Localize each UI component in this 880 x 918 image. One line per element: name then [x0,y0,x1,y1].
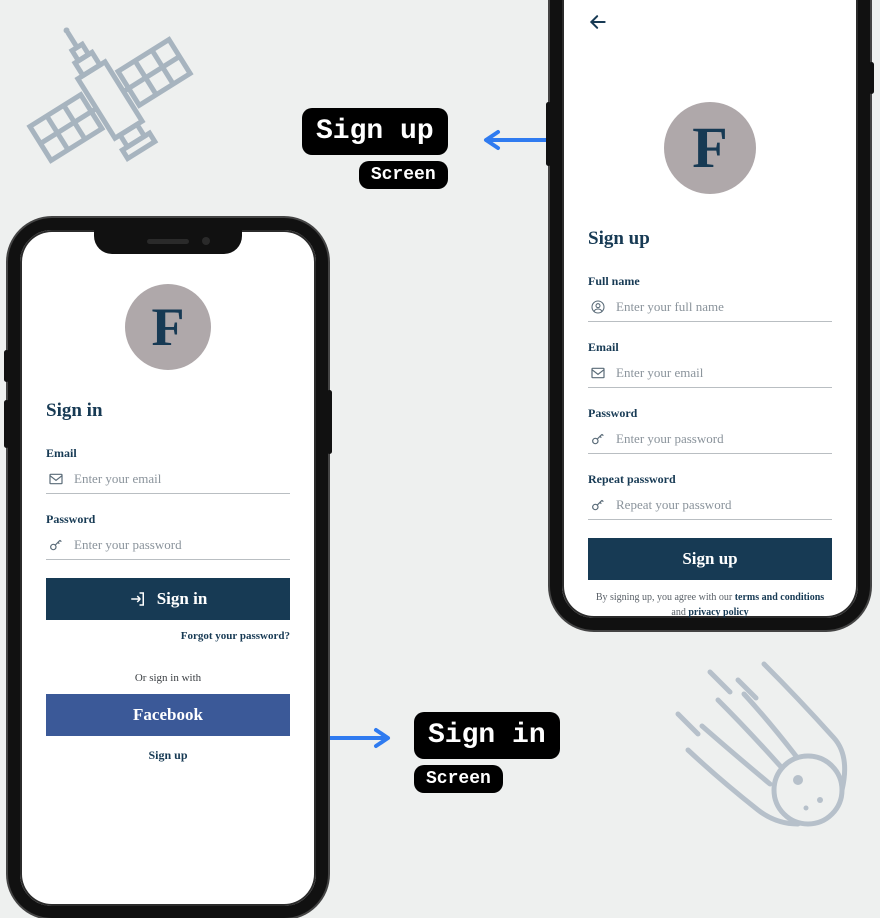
signup-repeat-input[interactable] [616,497,830,513]
signin-callout-small: Screen [414,765,503,793]
app-logo-letter: F [125,284,211,370]
signin-password-label: Password [46,512,290,527]
satellite-illustration [10,10,210,190]
privacy-link[interactable]: privacy policy [688,607,748,618]
user-icon [590,299,606,315]
comet-illustration [648,650,868,850]
signin-phone-frame: F Sign in Email Password [8,218,328,918]
signup-email-field: Email [588,340,832,388]
signin-submit-label: Sign in [157,589,208,609]
app-logo: F [46,284,290,370]
signup-email-label: Email [588,340,832,355]
terms-link[interactable]: terms and conditions [735,592,824,603]
or-sign-in-with-label: Or sign in with [46,672,290,684]
signup-submit-button[interactable]: Sign up [588,538,832,580]
signin-email-field: Email [46,446,290,494]
forgot-password-link[interactable]: Forgot your password? [46,630,290,642]
app-logo-letter: F [664,102,756,194]
signin-email-label: Email [46,446,290,461]
signin-submit-button[interactable]: Sign in [46,578,290,620]
key-icon [590,431,606,447]
signup-repeat-field: Repeat password [588,472,832,520]
signup-password-label: Password [588,406,832,421]
facebook-button-label: Facebook [133,705,203,725]
signup-callout: Sign up Screen [302,108,448,189]
signin-callout: Sign in Screen [414,712,560,793]
signup-disclaimer: By signing up, you agree with our terms … [588,590,832,618]
signup-fullname-field: Full name [588,274,832,322]
signin-title: Sign in [46,400,290,422]
facebook-signin-button[interactable]: Facebook [46,694,290,736]
key-icon [48,537,64,553]
signup-repeat-label: Repeat password [588,472,832,487]
signup-fullname-input[interactable] [616,299,830,315]
signup-fullname-label: Full name [588,274,832,289]
mail-icon [590,365,606,381]
enter-icon [129,590,147,608]
signin-password-input[interactable] [74,537,288,553]
key-icon [590,497,606,513]
signup-phone-frame: F Sign up Full name Email Password [550,0,870,630]
signup-callout-small: Screen [359,161,448,189]
signup-submit-label: Sign up [682,549,737,569]
signup-email-input[interactable] [616,365,830,381]
app-logo: F [588,102,832,194]
signup-callout-big: Sign up [302,108,448,155]
signup-title: Sign up [588,228,832,250]
phone-notch [94,228,242,254]
go-to-signup-link[interactable]: Sign up [46,748,290,763]
signup-password-field: Password [588,406,832,454]
signup-password-input[interactable] [616,431,830,447]
signin-callout-big: Sign in [414,712,560,759]
signin-password-field: Password [46,512,290,560]
signin-email-input[interactable] [74,471,288,487]
mail-icon [48,471,64,487]
